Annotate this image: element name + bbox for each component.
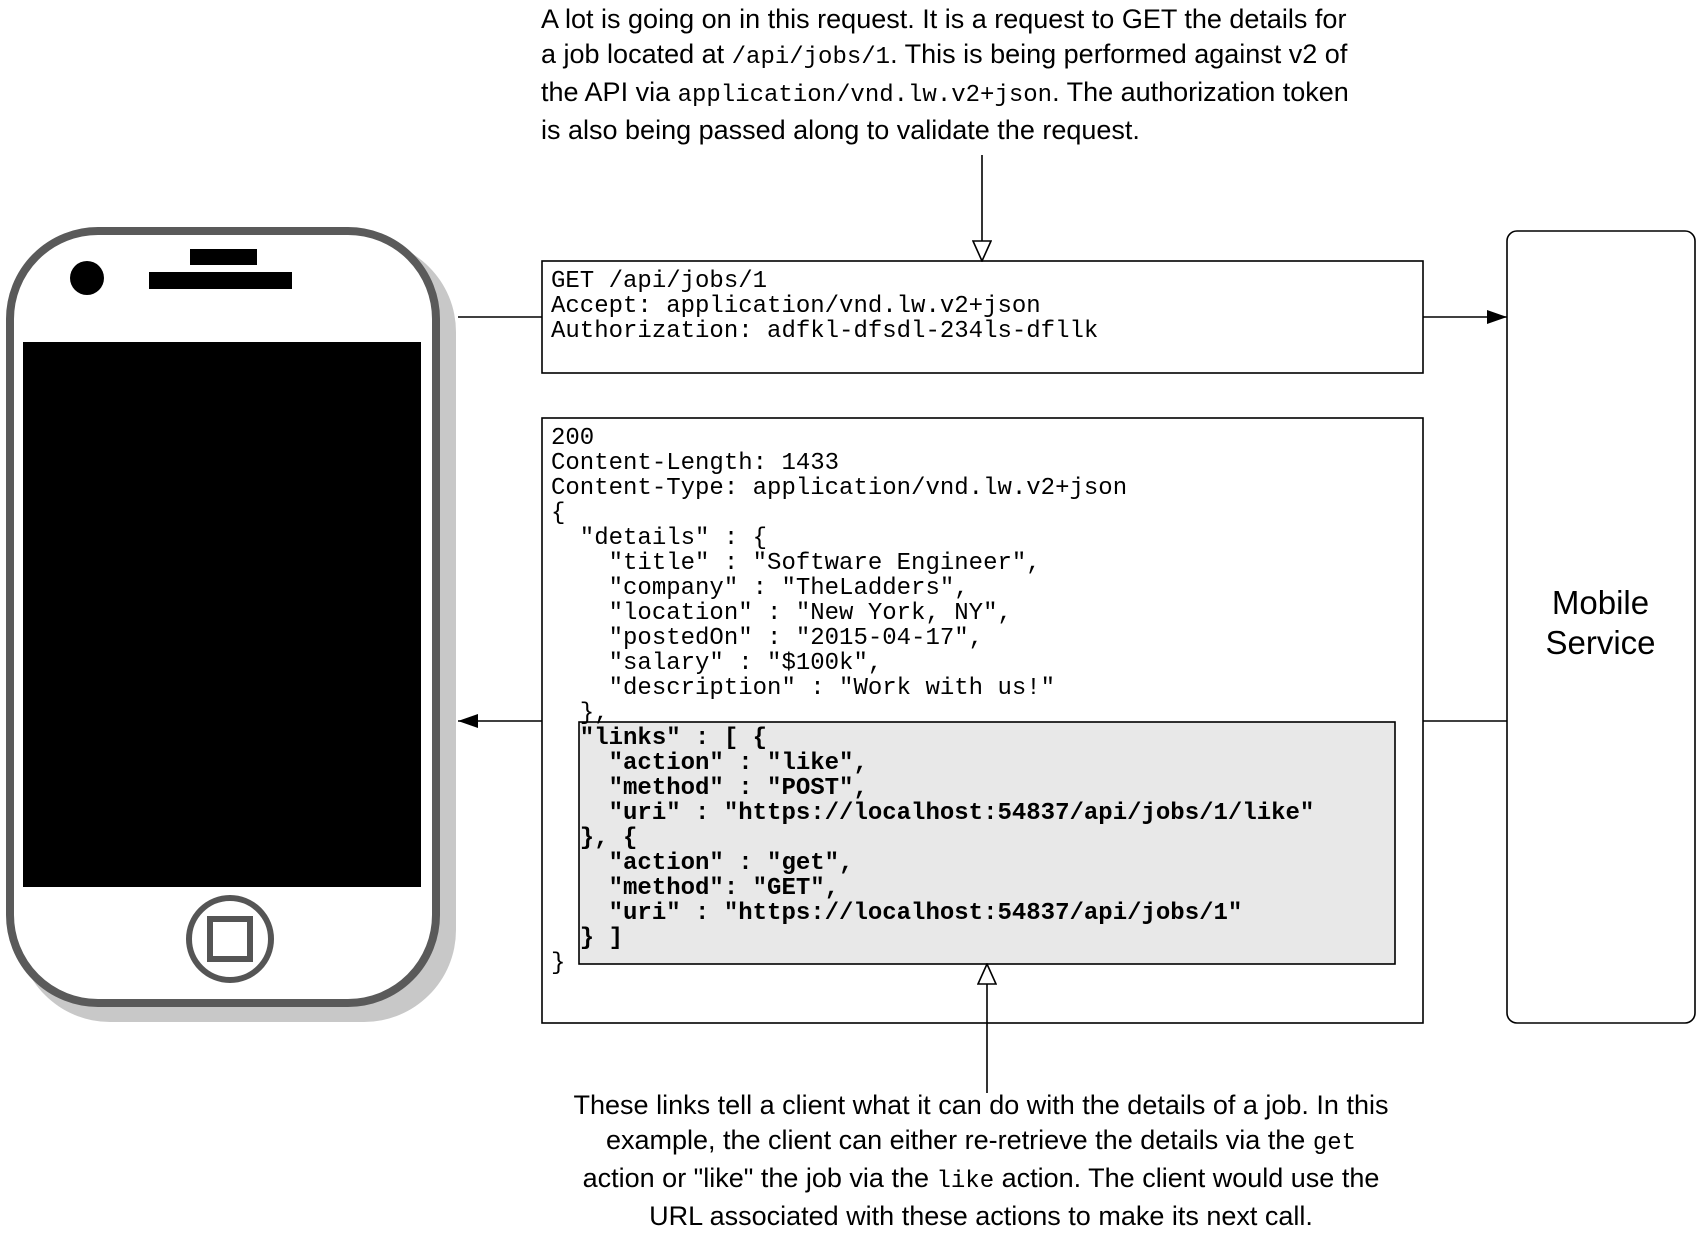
bottom-annotation: These links tell a client what it can do… bbox=[541, 1088, 1421, 1234]
request-code: GET /api/jobs/1 Accept: application/vnd.… bbox=[551, 269, 1098, 344]
links-line: }, { bbox=[551, 825, 638, 852]
mobile-service-label-line: Service bbox=[1545, 624, 1656, 661]
request-line: GET /api/jobs/1 bbox=[551, 268, 768, 295]
top-annotation-line: a job located at /api/jobs/1. This is be… bbox=[541, 39, 1348, 71]
response-content-length: Content-Length: 1433 bbox=[551, 450, 840, 477]
json-line: "salary" : "$100k", bbox=[551, 650, 883, 677]
response-content-type: Content-Type: application/vnd.lw.v2+json bbox=[551, 475, 1128, 502]
top-annotation-line: is also being passed along to validate t… bbox=[541, 115, 1140, 145]
mobile-service-label-line: Mobile bbox=[1551, 584, 1650, 621]
json-line: "location" : "New York, NY", bbox=[551, 600, 1012, 627]
diagram-stage: A lot is going on in this request. It is… bbox=[0, 0, 1699, 1231]
mobile-service-label: Mobile Service bbox=[1508, 583, 1693, 663]
request-authorization-header: Authorization: adfkl-dfsdl-234ls-dfllk bbox=[551, 318, 1099, 345]
json-line: { bbox=[551, 500, 566, 527]
links-line: } ] bbox=[551, 925, 624, 952]
response-status: 200 bbox=[551, 425, 595, 452]
mobile-phone-icon bbox=[6, 227, 456, 1022]
links-line: "uri" : "https://localhost:54837/api/job… bbox=[551, 800, 1315, 827]
top-annotation-line: the API via application/vnd.lw.v2+json. … bbox=[541, 77, 1349, 109]
json-line: "details" : { bbox=[551, 525, 768, 552]
top-annotation: A lot is going on in this request. It is… bbox=[541, 2, 1349, 148]
links-line: "links" : [ { bbox=[551, 725, 768, 752]
inline-code: like bbox=[936, 1168, 995, 1195]
links-line: "action" : "like", bbox=[551, 750, 868, 777]
json-line: }, bbox=[551, 700, 609, 727]
phone-earpiece bbox=[190, 249, 257, 265]
request-accept-header: Accept: application/vnd.lw.v2+json bbox=[551, 293, 1041, 320]
bottom-annotation-line: example, the client can either re-retrie… bbox=[605, 1125, 1357, 1157]
phone-camera bbox=[70, 261, 104, 295]
phone-home-button bbox=[186, 895, 274, 983]
json-line: "description" : "Work with us!" bbox=[551, 675, 1056, 702]
phone-screen bbox=[23, 342, 421, 887]
json-line: "company" : "TheLadders", bbox=[551, 575, 969, 602]
inline-code: application/vnd.lw.v2+json bbox=[677, 82, 1053, 109]
links-line: "method": "GET", bbox=[551, 875, 840, 902]
bottom-annotation-line: These links tell a client what it can do… bbox=[573, 1090, 1389, 1120]
bottom-annotation-line: action or "like" the job via the like ac… bbox=[582, 1163, 1380, 1195]
links-line: "action" : "get", bbox=[551, 850, 854, 877]
phone-speaker bbox=[149, 272, 292, 289]
top-annotation-line: A lot is going on in this request. It is… bbox=[541, 4, 1347, 34]
json-line: "title" : "Software Engineer", bbox=[551, 550, 1041, 577]
links-line: "uri" : "https://localhost:54837/api/job… bbox=[551, 900, 1243, 927]
json-line: "postedOn" : "2015-04-17", bbox=[551, 625, 984, 652]
inline-code: /api/jobs/1 bbox=[731, 44, 891, 71]
links-line: "method" : "POST", bbox=[551, 775, 868, 802]
links-code: "links" : [ { "action" : "like", "method… bbox=[551, 725, 1315, 952]
json-line: } bbox=[551, 950, 566, 977]
bottom-annotation-line: URL associated with these actions to mak… bbox=[649, 1201, 1313, 1231]
inline-code: get bbox=[1312, 1130, 1357, 1157]
